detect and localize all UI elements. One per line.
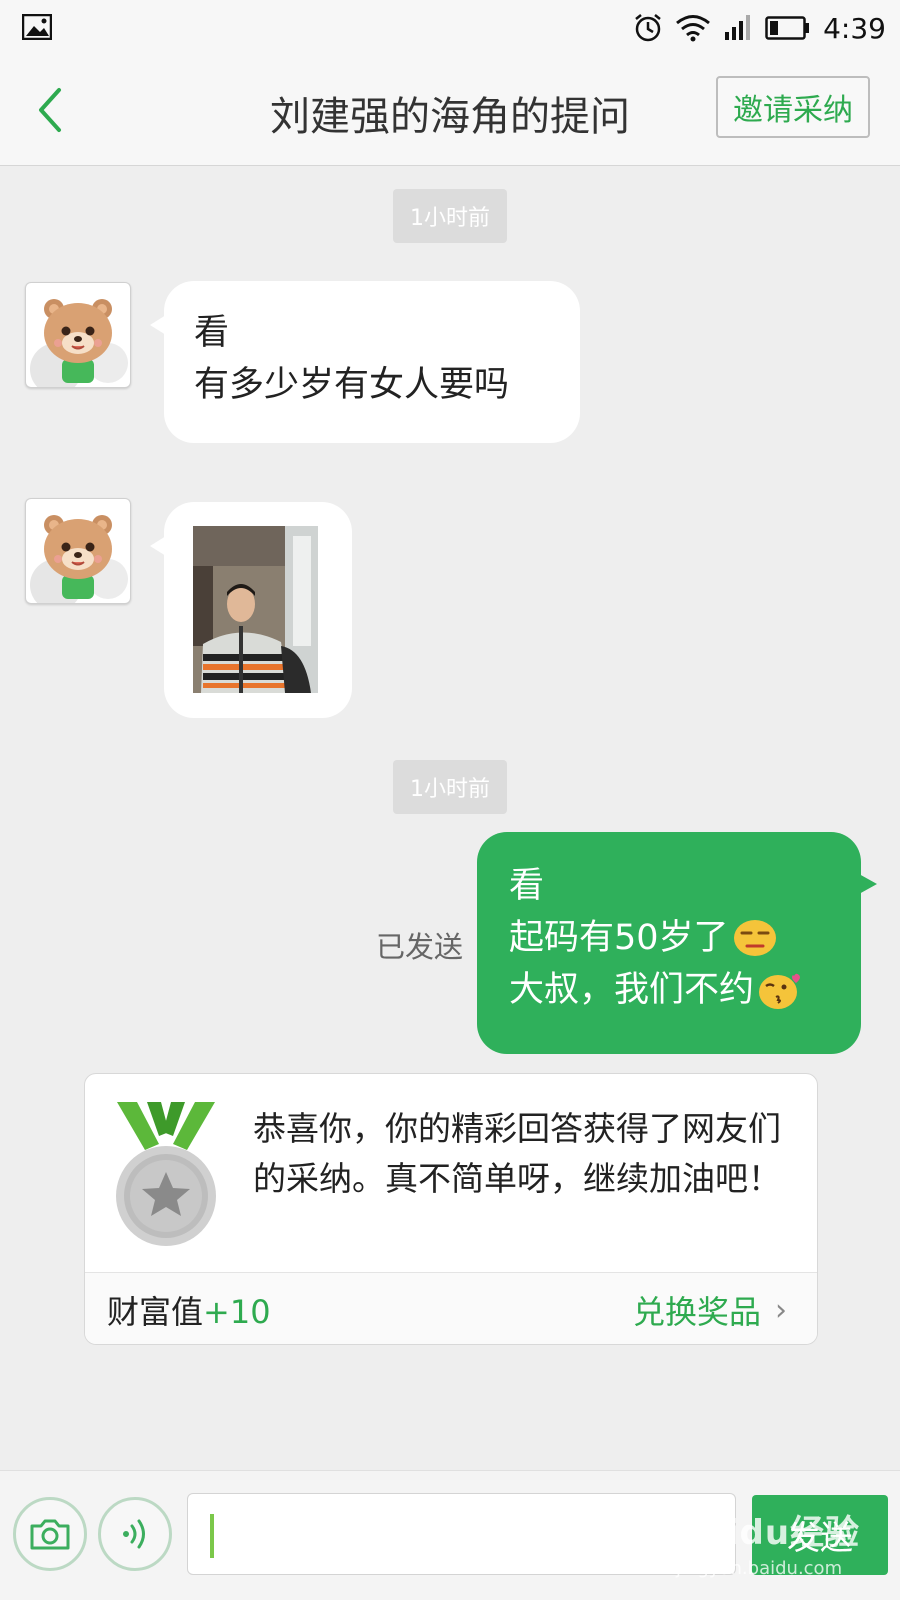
image-icon	[22, 14, 52, 40]
wealth-value: +10	[203, 1293, 271, 1331]
photo-thumbnail[interactable]	[193, 526, 318, 693]
status-time: 4:39	[823, 11, 886, 45]
battery-icon	[765, 16, 810, 40]
award-footer: 财富值+10 兑换奖品 ›	[85, 1272, 817, 1344]
outgoing-message[interactable]: 看 起码有50岁了 大叔，我们不约	[477, 832, 877, 1054]
input-bar: 发送	[0, 1470, 900, 1600]
bear-avatar-icon	[30, 299, 128, 387]
wealth-label-text: 财富值	[107, 1293, 204, 1331]
back-button[interactable]	[22, 82, 78, 138]
message-input[interactable]	[187, 1493, 736, 1575]
invite-accept-button[interactable]: 邀请采纳	[716, 76, 870, 138]
sent-status: 已发送	[376, 930, 464, 964]
bear-avatar-icon	[30, 515, 128, 603]
timestamp: 1小时前	[393, 189, 507, 243]
signal-icon	[725, 15, 751, 40]
redeem-label: 兑换奖品	[632, 1293, 761, 1331]
page-title: 刘建强的海角的提问	[270, 94, 630, 140]
wealth-label: 财富值+10	[107, 1287, 271, 1333]
chevron-right-icon: ›	[775, 1292, 787, 1328]
status-bar: 4:39	[0, 0, 900, 56]
camera-icon	[30, 1519, 70, 1550]
avatar[interactable]	[25, 282, 131, 388]
text-caret	[210, 1514, 214, 1558]
send-button[interactable]: 发送	[752, 1495, 888, 1575]
message-line-text: 大叔，我们不约	[509, 970, 755, 1010]
message-line: 看	[509, 860, 829, 912]
award-card: 恭喜你，你的精彩回答获得了网友们的采纳。真不简单呀，继续加油吧！ 财富值+10 …	[84, 1073, 818, 1345]
wifi-icon	[676, 15, 711, 42]
message-line: 大叔，我们不约	[509, 964, 829, 1016]
timestamp: 1小时前	[393, 760, 507, 814]
message-line: 起码有50岁了	[509, 912, 829, 964]
camera-button[interactable]	[13, 1497, 87, 1571]
message-line-text: 看	[509, 866, 545, 906]
voice-icon	[123, 1519, 145, 1549]
kiss-emoji-icon	[759, 973, 801, 1009]
alarm-icon	[635, 14, 661, 42]
medal-icon	[116, 1102, 216, 1246]
avatar[interactable]	[25, 498, 131, 604]
redeem-prize-link[interactable]: 兑换奖品 ›	[633, 1287, 787, 1333]
unamused-emoji-icon	[733, 920, 776, 956]
voice-button[interactable]	[98, 1497, 172, 1571]
back-arrow-icon	[39, 88, 61, 132]
award-message: 恭喜你，你的精彩回答获得了网友们的采纳。真不简单呀，继续加油吧！	[253, 1109, 781, 1198]
message-line-text: 起码有50岁了	[509, 918, 729, 958]
message-line: 有多少岁有女人要吗	[194, 365, 510, 405]
incoming-message[interactable]: 看 有多少岁有女人要吗	[150, 281, 580, 443]
incoming-photo-message[interactable]	[150, 502, 352, 718]
top-bar: 刘建强的海角的提问 邀请采纳	[0, 56, 900, 166]
message-line: 看	[194, 313, 230, 353]
